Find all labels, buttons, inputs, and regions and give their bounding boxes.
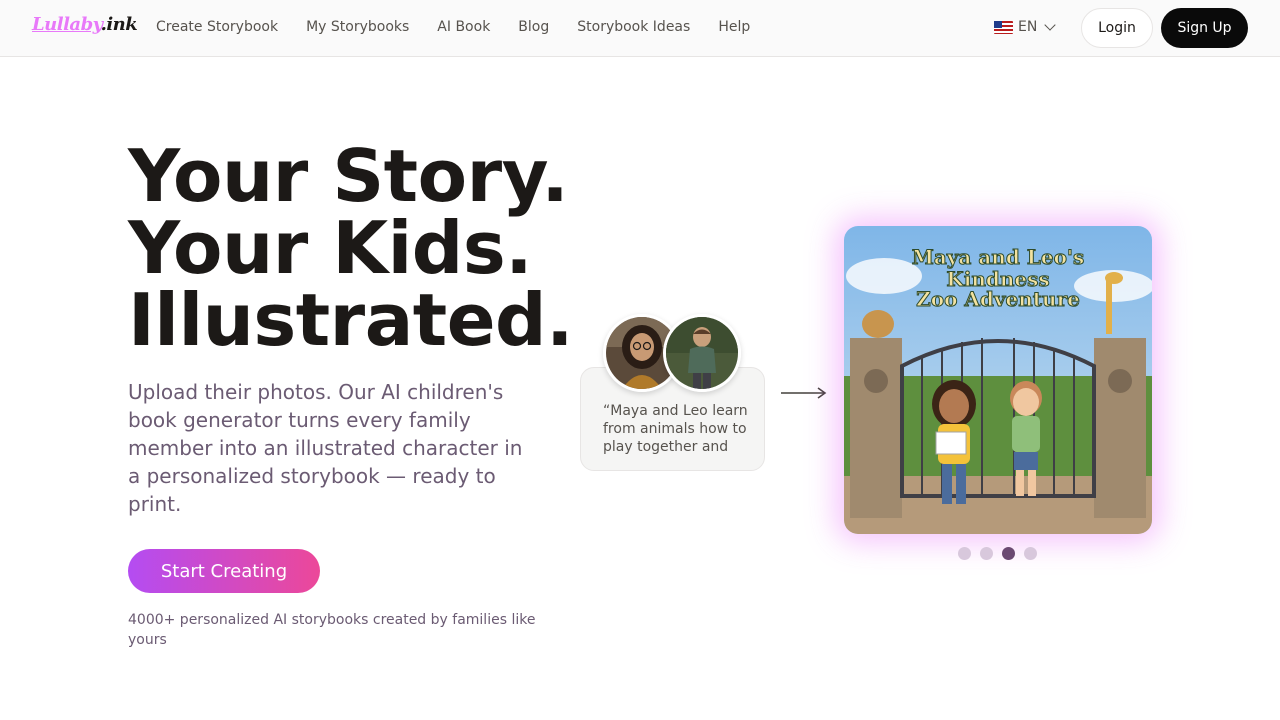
us-flag-icon	[994, 20, 1013, 34]
nav-ai-book[interactable]: AI Book	[437, 19, 490, 35]
logo-part-2: .ink	[100, 14, 138, 35]
hero-subtitle: Upload their photos. Our AI children's b…	[128, 380, 523, 516]
storybook-cover[interactable]: Maya and Leo's Kindness Zoo Adventure	[844, 226, 1152, 534]
nav-create-storybook[interactable]: Create Storybook	[156, 19, 278, 35]
carousel-dot-4[interactable]	[1024, 547, 1037, 560]
language-selector[interactable]: EN	[994, 19, 1056, 35]
arrow-right-icon	[781, 387, 827, 399]
start-creating-button[interactable]: Start Creating	[128, 549, 320, 593]
logo[interactable]: Lullaby.ink	[32, 14, 138, 35]
hero-title: Your Story. Your Kids. Illustrated.	[128, 140, 598, 356]
social-proof-note: 4000+ personalized AI storybooks created…	[128, 612, 536, 648]
nav-my-storybooks[interactable]: My Storybooks	[306, 19, 409, 35]
carousel-dots	[958, 547, 1037, 560]
hero-title-line-1: Your Story.	[128, 134, 569, 218]
carousel-dot-2[interactable]	[980, 547, 993, 560]
carousel-dot-3[interactable]	[1002, 547, 1015, 560]
hero-title-line-3: Illustrated.	[128, 278, 573, 362]
story-prompt-text: “Maya and Leo learn from animals how to …	[603, 403, 748, 458]
nav-blog[interactable]: Blog	[518, 19, 549, 35]
logo-part-1: Lullaby	[32, 14, 101, 35]
child-photo-boy	[663, 314, 741, 392]
nav-storybook-ideas[interactable]: Storybook Ideas	[577, 19, 690, 35]
carousel-dot-1[interactable]	[958, 547, 971, 560]
login-button[interactable]: Login	[1081, 8, 1153, 48]
main-nav: Create Storybook My Storybooks AI Book B…	[156, 19, 750, 35]
language-code: EN	[1018, 19, 1038, 35]
nav-help[interactable]: Help	[718, 19, 750, 35]
chevron-down-icon	[1044, 19, 1056, 31]
signup-button[interactable]: Sign Up	[1161, 8, 1248, 48]
cover-title-line-3: Zoo Adventure	[916, 287, 1080, 311]
top-navbar: Lullaby.ink Create Storybook My Storyboo…	[0, 0, 1280, 57]
cover-title-line-1: Maya and Leo's	[912, 245, 1085, 269]
hero-title-line-2: Your Kids.	[128, 206, 533, 290]
